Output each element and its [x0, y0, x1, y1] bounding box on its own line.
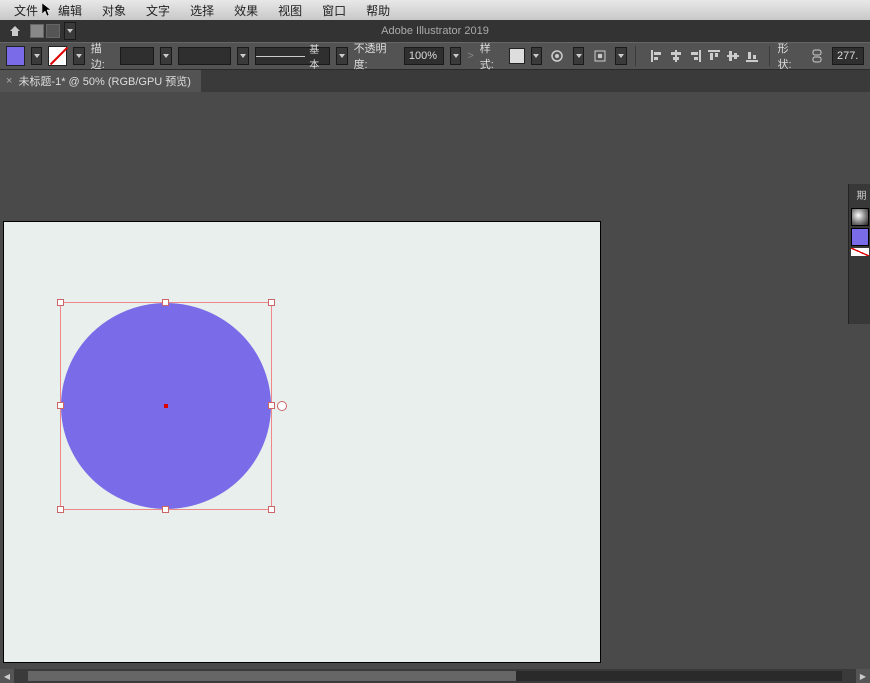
- menu-help[interactable]: 帮助: [356, 0, 400, 21]
- menu-edit[interactable]: 编辑: [48, 0, 92, 21]
- stroke-color-swatch[interactable]: [48, 46, 67, 66]
- brush-dropdown[interactable]: [336, 47, 347, 65]
- title-bar: Adobe Illustrator 2019: [0, 20, 870, 42]
- handle-bottom-left[interactable]: [57, 506, 64, 513]
- align-left-button[interactable]: [648, 47, 666, 65]
- handle-top-center[interactable]: [162, 299, 169, 306]
- stroke-weight-input[interactable]: [120, 47, 154, 65]
- scroll-track[interactable]: [28, 671, 842, 681]
- brush-line-icon: [256, 56, 306, 57]
- document-tab-title: 未标题-1* @ 50% (RGB/GPU 预览): [18, 73, 191, 89]
- handle-bottom-center[interactable]: [162, 506, 169, 513]
- graphic-style-swatch[interactable]: [509, 48, 524, 64]
- shape-width-input[interactable]: [832, 47, 864, 65]
- shape-label: 形状:: [777, 40, 801, 72]
- panel-none-swatch[interactable]: [851, 248, 869, 256]
- live-shape-handle[interactable]: [277, 401, 287, 411]
- app-title: Adobe Illustrator 2019: [381, 25, 489, 37]
- horizontal-scrollbar: ◀ ▶: [0, 669, 870, 683]
- center-point-icon[interactable]: [164, 404, 168, 408]
- align-bottom-button[interactable]: [743, 47, 761, 65]
- style-label: 样式:: [480, 40, 504, 72]
- menu-select[interactable]: 选择: [180, 0, 224, 21]
- opacity-input[interactable]: [404, 47, 444, 65]
- scroll-thumb[interactable]: [28, 671, 516, 681]
- panel-fill-swatch[interactable]: [851, 228, 869, 246]
- handle-top-right[interactable]: [268, 299, 275, 306]
- menu-view[interactable]: 视图: [268, 0, 312, 21]
- scroll-left-button[interactable]: ◀: [0, 669, 14, 683]
- workspace[interactable]: 期 ◀ ▶: [0, 92, 870, 683]
- control-bar: 描边: 基本 不透明度: > 样式: 形状:: [0, 42, 870, 70]
- opacity-dropdown[interactable]: [450, 47, 461, 65]
- document-tab[interactable]: × 未标题-1* @ 50% (RGB/GPU 预览): [0, 70, 201, 92]
- stroke-profile[interactable]: [178, 47, 231, 65]
- handle-mid-right[interactable]: [268, 402, 275, 409]
- align-to-dropdown[interactable]: [615, 47, 626, 65]
- layout-button-1[interactable]: [30, 24, 44, 38]
- menu-bar: 文件 编辑 对象 文字 选择 效果 视图 窗口 帮助: [0, 0, 870, 20]
- stroke-profile-dropdown[interactable]: [237, 47, 248, 65]
- home-icon[interactable]: [6, 22, 24, 40]
- divider: [769, 46, 770, 66]
- brush-label: 基本: [309, 41, 329, 71]
- menu-file[interactable]: 文件: [4, 0, 48, 21]
- menu-window[interactable]: 窗口: [312, 0, 356, 21]
- selection-bounding-box[interactable]: [60, 302, 272, 510]
- stroke-dropdown[interactable]: [73, 47, 84, 65]
- panel-gradient-swatch[interactable]: [851, 208, 869, 226]
- panel-tab-label[interactable]: 期: [849, 184, 870, 206]
- artboard[interactable]: [4, 222, 600, 662]
- align-right-button[interactable]: [686, 47, 704, 65]
- recolor-dropdown[interactable]: [573, 47, 584, 65]
- handle-bottom-right[interactable]: [268, 506, 275, 513]
- menu-object[interactable]: 对象: [92, 0, 136, 21]
- close-tab-icon[interactable]: ×: [6, 75, 12, 87]
- right-panel[interactable]: 期: [848, 184, 870, 324]
- stroke-weight-label: 描边:: [91, 40, 115, 72]
- scroll-right-button[interactable]: ▶: [856, 669, 870, 683]
- fill-dropdown[interactable]: [31, 47, 42, 65]
- workspace-layout-buttons: [30, 24, 62, 38]
- handle-top-left[interactable]: [57, 299, 64, 306]
- menu-type[interactable]: 文字: [136, 0, 180, 21]
- shape-link-icon[interactable]: [807, 46, 826, 66]
- stroke-weight-dropdown[interactable]: [160, 47, 171, 65]
- handle-mid-left[interactable]: [57, 402, 64, 409]
- divider: [635, 46, 636, 66]
- layout-button-2[interactable]: [46, 24, 60, 38]
- align-vcenter-button[interactable]: [724, 47, 742, 65]
- document-tabs: × 未标题-1* @ 50% (RGB/GPU 预览): [0, 70, 870, 92]
- align-to-icon[interactable]: [590, 46, 609, 66]
- fill-color-swatch[interactable]: [6, 46, 25, 66]
- brush-preview[interactable]: 基本: [255, 47, 331, 65]
- align-buttons: [648, 47, 761, 65]
- align-top-button[interactable]: [705, 47, 723, 65]
- recolor-icon[interactable]: [548, 46, 567, 66]
- align-hcenter-button[interactable]: [667, 47, 685, 65]
- menu-effect[interactable]: 效果: [224, 0, 268, 21]
- opacity-label: 不透明度:: [354, 40, 398, 72]
- style-dropdown[interactable]: [531, 47, 542, 65]
- layout-dropdown[interactable]: [64, 22, 76, 40]
